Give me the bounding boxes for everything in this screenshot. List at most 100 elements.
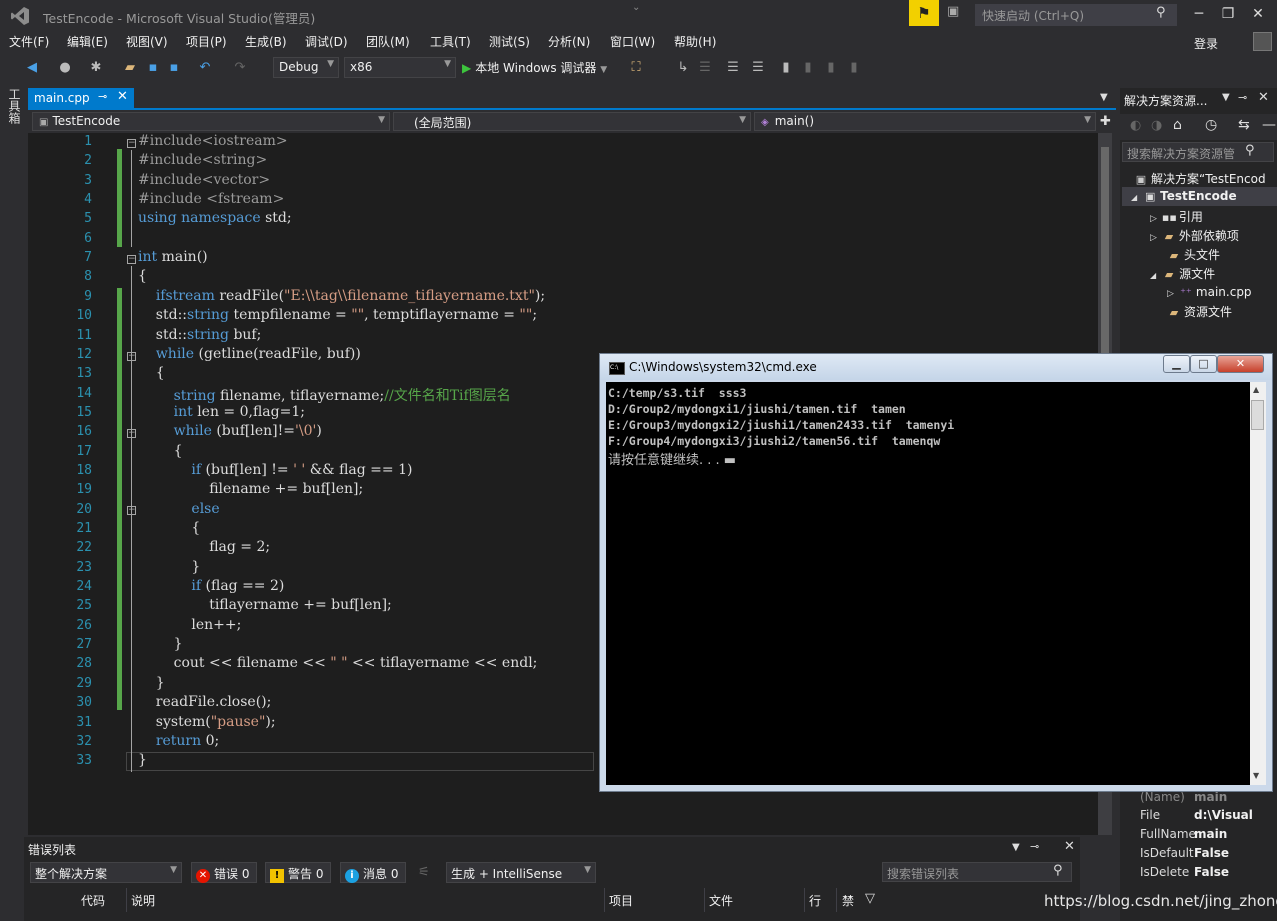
- menu-view[interactable]: 视图(V): [126, 33, 168, 50]
- warnings-filter-button[interactable]: ! 警告 0: [265, 862, 331, 883]
- bookmark-icon[interactable]: ▮: [778, 60, 794, 76]
- messages-filter-button[interactable]: i 消息 0: [340, 862, 406, 883]
- maximize-button[interactable]: ❐: [1214, 4, 1242, 24]
- column-header-file[interactable]: 文件: [709, 892, 733, 909]
- back-icon[interactable]: ◀: [24, 60, 40, 76]
- scroll-up-icon[interactable]: ▲: [1253, 385, 1259, 394]
- back-icon[interactable]: ◐: [1130, 118, 1141, 133]
- column-header-code[interactable]: 代码: [81, 892, 105, 909]
- chevron-down-icon[interactable]: ▼: [1100, 92, 1108, 103]
- sync-icon[interactable]: ⇆: [1238, 117, 1250, 133]
- close-icon[interactable]: ✕: [1064, 839, 1075, 854]
- pin-icon[interactable]: ⊸: [98, 90, 107, 103]
- menu-build[interactable]: 生成(B): [245, 33, 287, 50]
- tab-main-cpp[interactable]: main.cpp ⊸ ✕: [28, 88, 134, 108]
- search-icon[interactable]: ⚲: [1156, 5, 1166, 20]
- tree-item-project[interactable]: ◢ ▣ TestEncode: [1131, 189, 1237, 203]
- login-link[interactable]: 登录: [1194, 35, 1218, 52]
- forward-icon[interactable]: ●: [57, 60, 73, 76]
- cmd-scrollbar-thumb[interactable]: [1251, 400, 1264, 430]
- config-select[interactable]: Debug ▼: [273, 57, 339, 78]
- save-icon[interactable]: ▪: [145, 60, 161, 76]
- next-bookmark-icon[interactable]: ▮: [823, 60, 839, 76]
- property-value[interactable]: False: [1194, 865, 1229, 879]
- clear-bookmarks-icon[interactable]: ▮: [846, 60, 862, 76]
- cmd-maximize-button[interactable]: □: [1190, 355, 1217, 373]
- redo-icon[interactable]: ↷: [232, 60, 248, 76]
- property-value[interactable]: main: [1194, 827, 1227, 841]
- collapse-icon[interactable]: −: [127, 255, 136, 264]
- menu-team[interactable]: 团队(M): [366, 33, 410, 50]
- history-icon[interactable]: ◷: [1205, 117, 1217, 133]
- pin-icon[interactable]: ⊸: [1238, 91, 1247, 104]
- platform-select[interactable]: x86 ▼: [344, 57, 456, 78]
- tree-item-external-deps[interactable]: ▷ ▰ 外部依赖项: [1150, 227, 1239, 244]
- column-header-suppression[interactable]: 禁: [842, 892, 854, 909]
- column-header-description[interactable]: 说明: [131, 892, 155, 909]
- member-nav-select[interactable]: ◈ main() ▼: [754, 112, 1096, 131]
- undo-icon[interactable]: ↶: [197, 60, 213, 76]
- menu-debug[interactable]: 调试(D): [305, 33, 348, 50]
- property-value[interactable]: False: [1194, 846, 1229, 860]
- tree-item-source-files[interactable]: ◢ ▰ 源文件: [1150, 265, 1215, 282]
- column-header-project[interactable]: 项目: [609, 892, 633, 909]
- home-icon[interactable]: ⌂: [1173, 117, 1182, 133]
- cmd-scrollbar[interactable]: [1250, 382, 1266, 785]
- tree-item-references[interactable]: ▷ ▪▪ 引用: [1150, 208, 1203, 225]
- menu-test[interactable]: 测试(S): [489, 33, 530, 50]
- chevron-down-icon[interactable]: ▼: [1012, 842, 1020, 853]
- open-file-icon[interactable]: ▰: [122, 60, 138, 76]
- indent-icon[interactable]: ☰: [697, 60, 713, 76]
- menu-window[interactable]: 窗口(W): [610, 33, 655, 50]
- minimize-button[interactable]: ─: [1185, 4, 1213, 24]
- menu-project[interactable]: 项目(P): [186, 33, 227, 50]
- filter-toggle-icon[interactable]: ⚟: [418, 865, 430, 880]
- menu-edit[interactable]: 编辑(E): [67, 33, 108, 50]
- menu-analyze[interactable]: 分析(N): [548, 33, 590, 50]
- tree-item-header-files[interactable]: ▰ 头文件: [1167, 246, 1220, 263]
- property-value[interactable]: d:\Visual: [1194, 808, 1253, 822]
- quick-launch-input[interactable]: 快速启动 (Ctrl+Q): [975, 4, 1177, 26]
- close-button[interactable]: ✕: [1244, 4, 1272, 24]
- search-icon[interactable]: ⚲: [1053, 863, 1063, 878]
- find-in-files-icon[interactable]: ⛶: [628, 60, 644, 76]
- tree-item-resource-files[interactable]: ▰ 资源文件: [1167, 303, 1232, 320]
- chevron-down-icon[interactable]: ▼: [1222, 92, 1230, 103]
- build-filter-select[interactable]: 生成 + IntelliSense ▼: [446, 862, 596, 883]
- column-header-line[interactable]: 行: [809, 892, 821, 909]
- chevron-down-icon[interactable]: ⌄: [632, 2, 640, 13]
- feedback-icon[interactable]: ▣: [947, 4, 969, 24]
- tree-item-main-cpp[interactable]: ▷ ⁺⁺ main.cpp: [1167, 285, 1252, 299]
- error-scope-select[interactable]: 整个解决方案 ▼: [30, 862, 182, 883]
- more-icon[interactable]: —: [1262, 117, 1276, 133]
- close-icon[interactable]: ✕: [1258, 90, 1269, 105]
- forward-icon[interactable]: ◑: [1151, 118, 1162, 133]
- project-nav-select[interactable]: ▣ TestEncode ▼: [32, 112, 390, 131]
- account-icon[interactable]: [1253, 32, 1272, 51]
- new-project-icon[interactable]: ✱: [88, 60, 104, 76]
- comment-icon[interactable]: ☰: [725, 60, 741, 76]
- pin-icon[interactable]: ⊸: [1030, 840, 1039, 853]
- menu-file[interactable]: 文件(F): [9, 33, 49, 50]
- cmd-minimize-button[interactable]: ▁: [1163, 355, 1190, 373]
- save-all-icon[interactable]: ▪: [166, 60, 182, 76]
- menu-tools[interactable]: 工具(T): [430, 33, 471, 50]
- notification-flag-icon[interactable]: ⚑: [909, 0, 939, 26]
- collapse-icon[interactable]: −: [127, 139, 136, 148]
- prev-bookmark-icon[interactable]: ▮: [800, 60, 816, 76]
- menu-help[interactable]: 帮助(H): [674, 33, 716, 50]
- split-window-icon[interactable]: ✚: [1100, 114, 1111, 129]
- toolbox-tab[interactable]: 工具箱: [6, 88, 23, 124]
- tree-item-solution[interactable]: ▣ 解决方案“TestEncod: [1134, 170, 1266, 187]
- uncomment-icon[interactable]: ☰: [750, 60, 766, 76]
- scope-nav-select[interactable]: (全局范围) ▼: [393, 112, 751, 131]
- scroll-down-icon[interactable]: ▼: [1253, 771, 1259, 780]
- error-search-input[interactable]: 搜索错误列表: [882, 862, 1072, 882]
- cmd-close-button[interactable]: ✕: [1217, 355, 1264, 373]
- property-value[interactable]: main: [1194, 790, 1227, 804]
- step-icon[interactable]: ↳: [675, 60, 691, 76]
- start-debugging-button[interactable]: ▶ 本地 Windows 调试器 ▼: [462, 59, 607, 76]
- close-icon[interactable]: ✕: [117, 89, 128, 104]
- errors-filter-button[interactable]: ✕ 错误 0: [191, 862, 257, 883]
- filter-icon[interactable]: ▽: [865, 891, 875, 906]
